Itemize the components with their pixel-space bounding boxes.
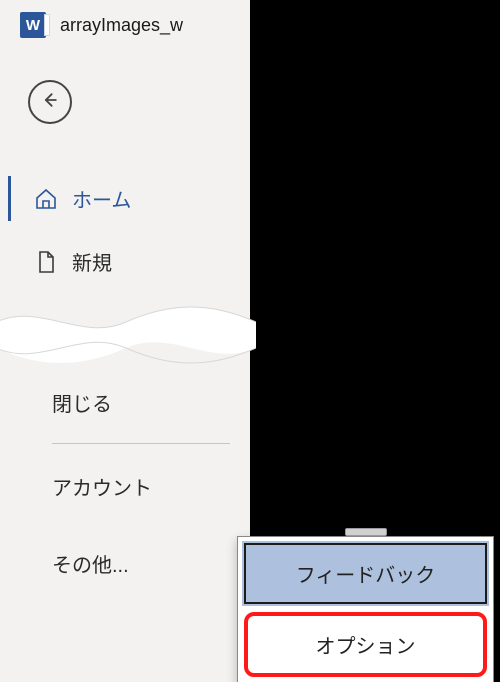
divider	[52, 443, 230, 444]
word-icon-letter: W	[26, 17, 40, 34]
popup-feedback[interactable]: フィードバック	[242, 541, 489, 606]
more-popup-menu: フィードバック オプション	[237, 536, 494, 682]
document-title: arrayImages_w	[60, 15, 183, 36]
nav-close[interactable]: 閉じる	[52, 364, 230, 441]
nav-more[interactable]: その他...	[52, 525, 230, 602]
title-bar: W arrayImages_w	[0, 0, 250, 46]
word-app-icon: W	[20, 12, 46, 38]
nav-home-label: ホーム	[72, 184, 131, 213]
nav-new-label: 新規	[72, 247, 112, 276]
home-icon	[34, 187, 58, 211]
nav-new[interactable]: 新規	[0, 233, 250, 290]
backstage-sidebar: W arrayImages_w ホーム 新規 閉じる	[0, 0, 250, 682]
truncation-indicator	[0, 300, 250, 370]
nav-home[interactable]: ホーム	[0, 170, 250, 227]
nav-account-label: アカウント	[52, 478, 152, 500]
lower-nav-list: 閉じる アカウント その他...	[0, 364, 250, 602]
back-button[interactable]	[28, 80, 72, 124]
arrow-left-icon	[40, 90, 60, 115]
popup-feedback-label: フィードバック	[296, 565, 436, 587]
document-icon	[34, 250, 58, 274]
nav-close-label: 閉じる	[52, 394, 112, 416]
popup-options[interactable]: オプション	[244, 612, 487, 677]
nav-account[interactable]: アカウント	[52, 448, 230, 525]
nav-more-label: その他...	[52, 555, 129, 577]
popup-options-label: オプション	[316, 636, 416, 658]
nav-list: ホーム 新規	[0, 170, 250, 290]
